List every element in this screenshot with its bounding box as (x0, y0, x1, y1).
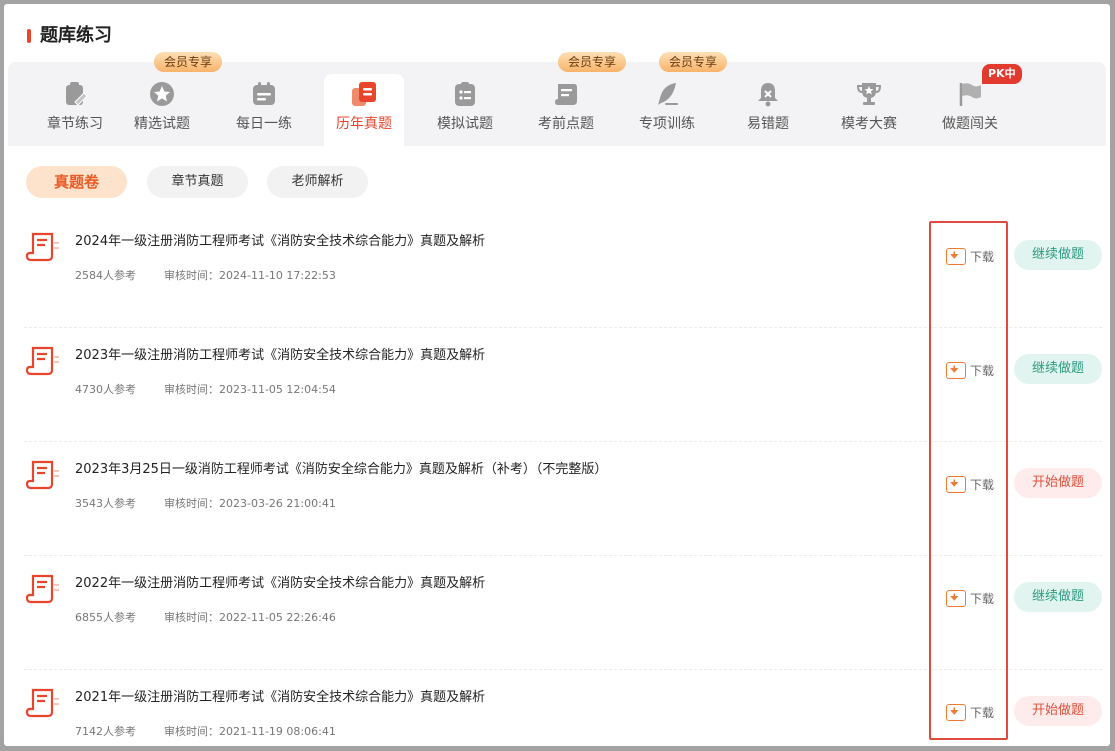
bell-icon (758, 83, 778, 107)
list-item: 2023年一级注册消防工程师考试《消防安全技术综合能力》真题及解析 4730人参… (24, 328, 1102, 442)
vip-exclusive-badge: 会员专享 (658, 52, 728, 72)
participant-count: 4730人参考 (75, 383, 136, 396)
subtab-teacher-analysis[interactable]: 老师解析 (267, 166, 368, 198)
exam-paper-icon (25, 346, 59, 376)
exam-paper-icon (25, 460, 59, 490)
download-label: 下载 (970, 249, 995, 264)
exam-title[interactable]: 2021年一级注册消防工程师考试《消防安全技术综合能力》真题及解析 (75, 686, 485, 705)
tab-past-exams[interactable]: 历年真题 (324, 74, 404, 146)
tab-error-prone[interactable]: 易错题 (718, 62, 818, 146)
vip-exclusive-badge: 会员专享 (557, 52, 627, 72)
document-stack-icon (352, 82, 376, 106)
tab-special-training[interactable]: 专项训练 (617, 62, 717, 146)
download-icon (946, 589, 966, 607)
subtab-past-papers[interactable]: 真题卷 (26, 166, 127, 198)
list-item: 2023年3月25日一级消防工程师考试《消防安全综合能力》真题及解析（补考）（不… (24, 442, 1102, 556)
flag-icon (959, 83, 981, 106)
review-time: 审核时间：2024-11-10 17:22:53 (164, 269, 336, 282)
exam-paper-icon (25, 232, 59, 262)
vip-exclusive-badge: 会员专享 (153, 52, 223, 72)
page-title: 题库练习 (40, 25, 112, 46)
tab-label: 历年真题 (336, 116, 392, 132)
feather-pen-icon (658, 83, 678, 105)
calendar-icon (253, 82, 275, 105)
list-item: 2021年一级注册消防工程师考试《消防安全技术综合能力》真题及解析 7142人参… (24, 670, 1102, 746)
tab-selected-questions[interactable]: 精选试题 (112, 62, 212, 146)
download-button[interactable]: 下载 (946, 360, 994, 380)
tab-chapter-practice[interactable]: 章节练习 (25, 62, 125, 146)
tab-label: 模拟试题 (437, 116, 493, 132)
exam-title[interactable]: 2024年一级注册消防工程师考试《消防安全技术综合能力》真题及解析 (75, 230, 485, 249)
title-accent-bar (27, 29, 31, 43)
category-tabs: 章节练习 精选试题 每日一练 历年真题 模拟试题 考前点题 专项训练 易错题 模… (8, 52, 1106, 146)
exam-title[interactable]: 2023年3月25日一级消防工程师考试《消防安全综合能力》真题及解析（补考）（不… (75, 458, 607, 477)
tab-label: 易错题 (747, 116, 789, 132)
download-icon (946, 361, 966, 379)
tab-label: 考前点题 (538, 116, 594, 132)
exam-meta: 2584人参考 审核时间：2024-11-10 17:22:53 (75, 267, 336, 283)
subtab-chapter-questions[interactable]: 章节真题 (147, 166, 248, 198)
download-label: 下载 (970, 591, 995, 606)
download-label: 下载 (970, 363, 995, 378)
tab-mock-exams[interactable]: 模拟试题 (415, 62, 515, 146)
download-button[interactable]: 下载 (946, 246, 994, 266)
scroll-icon (555, 84, 577, 105)
clipboard-pen-icon (66, 82, 88, 106)
exam-meta: 4730人参考 审核时间：2023-11-05 12:04:54 (75, 381, 336, 397)
tab-label: 做题闯关 (942, 116, 998, 132)
review-time: 审核时间：2023-11-05 12:04:54 (164, 383, 336, 396)
tab-label: 精选试题 (134, 116, 190, 132)
list-item: 2022年一级注册消防工程师考试《消防安全技术综合能力》真题及解析 6855人参… (24, 556, 1102, 670)
checklist-icon (455, 82, 475, 106)
download-button[interactable]: 下载 (946, 702, 994, 722)
practice-panel: 题库练习 章节练习 精选试题 每日一练 历年真题 模拟试题 考前点题 专项训练 … (4, 4, 1110, 746)
review-time: 审核时间：2022-11-05 22:26:46 (164, 611, 336, 624)
continue-practice-button[interactable]: 继续做题 (1014, 582, 1102, 612)
start-practice-button[interactable]: 开始做题 (1014, 696, 1102, 726)
exam-paper-icon (25, 574, 59, 604)
download-button[interactable]: 下载 (946, 474, 994, 494)
list-item: 2024年一级注册消防工程师考试《消防安全技术综合能力》真题及解析 2584人参… (24, 214, 1102, 328)
participant-count: 6855人参考 (75, 611, 136, 624)
participant-count: 7142人参考 (75, 725, 136, 738)
tab-label: 模考大赛 (841, 116, 897, 132)
participant-count: 3543人参考 (75, 497, 136, 510)
exam-paper-icon (25, 688, 59, 718)
tab-label: 专项训练 (639, 116, 695, 132)
tab-label: 章节练习 (47, 116, 103, 132)
review-time: 审核时间：2021-11-19 08:06:41 (164, 725, 336, 738)
continue-practice-button[interactable]: 继续做题 (1014, 354, 1102, 384)
trophy-icon (856, 83, 882, 105)
exam-meta: 7142人参考 审核时间：2021-11-19 08:06:41 (75, 723, 336, 739)
pk-status-badge: PK中 (982, 64, 1022, 84)
exam-meta: 3543人参考 审核时间：2023-03-26 21:00:41 (75, 495, 336, 511)
continue-practice-button[interactable]: 继续做题 (1014, 240, 1102, 270)
download-button[interactable]: 下载 (946, 588, 994, 608)
download-icon (946, 703, 966, 721)
tab-mock-contest[interactable]: 模考大赛 (819, 62, 919, 146)
start-practice-button[interactable]: 开始做题 (1014, 468, 1102, 498)
download-icon (946, 475, 966, 493)
tab-pre-exam-tips[interactable]: 考前点题 (516, 62, 616, 146)
exam-meta: 6855人参考 审核时间：2022-11-05 22:26:46 (75, 609, 336, 625)
download-label: 下载 (970, 705, 995, 720)
tab-label: 每日一练 (236, 116, 292, 132)
tab-daily-practice[interactable]: 每日一练 (214, 62, 314, 146)
download-icon (946, 247, 966, 265)
exam-title[interactable]: 2023年一级注册消防工程师考试《消防安全技术综合能力》真题及解析 (75, 344, 485, 363)
exam-title[interactable]: 2022年一级注册消防工程师考试《消防安全技术综合能力》真题及解析 (75, 572, 485, 591)
star-badge-icon (150, 82, 174, 106)
download-label: 下载 (970, 477, 995, 492)
participant-count: 2584人参考 (75, 269, 136, 282)
review-time: 审核时间：2023-03-26 21:00:41 (164, 497, 336, 510)
